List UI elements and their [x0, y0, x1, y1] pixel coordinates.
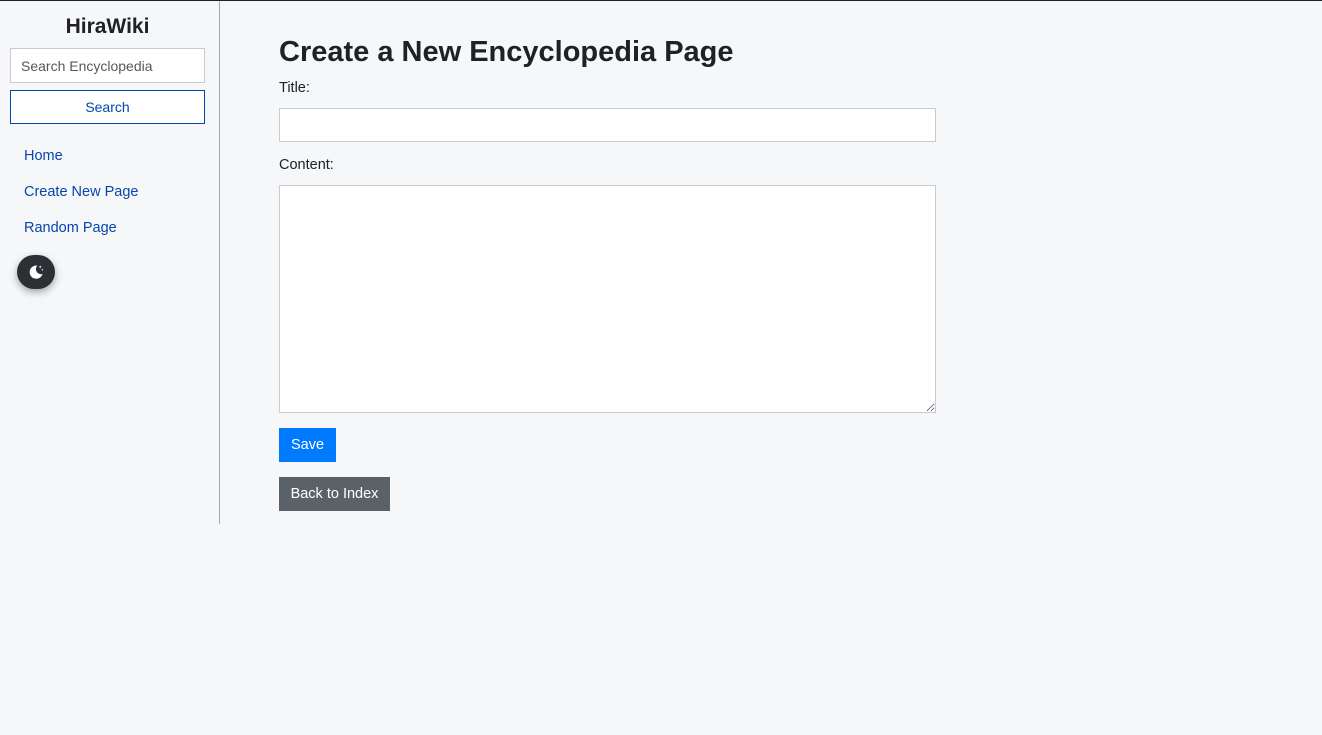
sidebar-nav: Home Create New Page Random Page	[24, 147, 138, 255]
save-button[interactable]: Save	[279, 428, 336, 462]
title-label: Title:	[279, 80, 310, 96]
back-to-index-button[interactable]: Back to Index	[279, 477, 390, 511]
search-input[interactable]	[10, 48, 205, 83]
site-title: HiraWiki	[65, 15, 150, 38]
nav-link-home[interactable]: Home	[24, 148, 63, 164]
moon-icon	[29, 265, 44, 279]
nav-link-random-page[interactable]: Random Page	[24, 220, 117, 236]
content-label: Content:	[279, 157, 334, 173]
sidebar: HiraWiki Search Home Create New Page Ran…	[0, 1, 220, 524]
theme-toggle-button[interactable]	[17, 255, 55, 289]
title-input[interactable]	[279, 108, 936, 142]
content-textarea[interactable]	[279, 185, 936, 413]
sidebar-item-create-new-page: Create New Page	[24, 183, 138, 219]
page-title: Create a New Encyclopedia Page	[279, 36, 734, 68]
search-button[interactable]: Search	[10, 90, 205, 124]
nav-link-create-new-page[interactable]: Create New Page	[24, 184, 138, 200]
sidebar-item-home: Home	[24, 147, 138, 183]
sidebar-item-random-page: Random Page	[24, 219, 138, 255]
